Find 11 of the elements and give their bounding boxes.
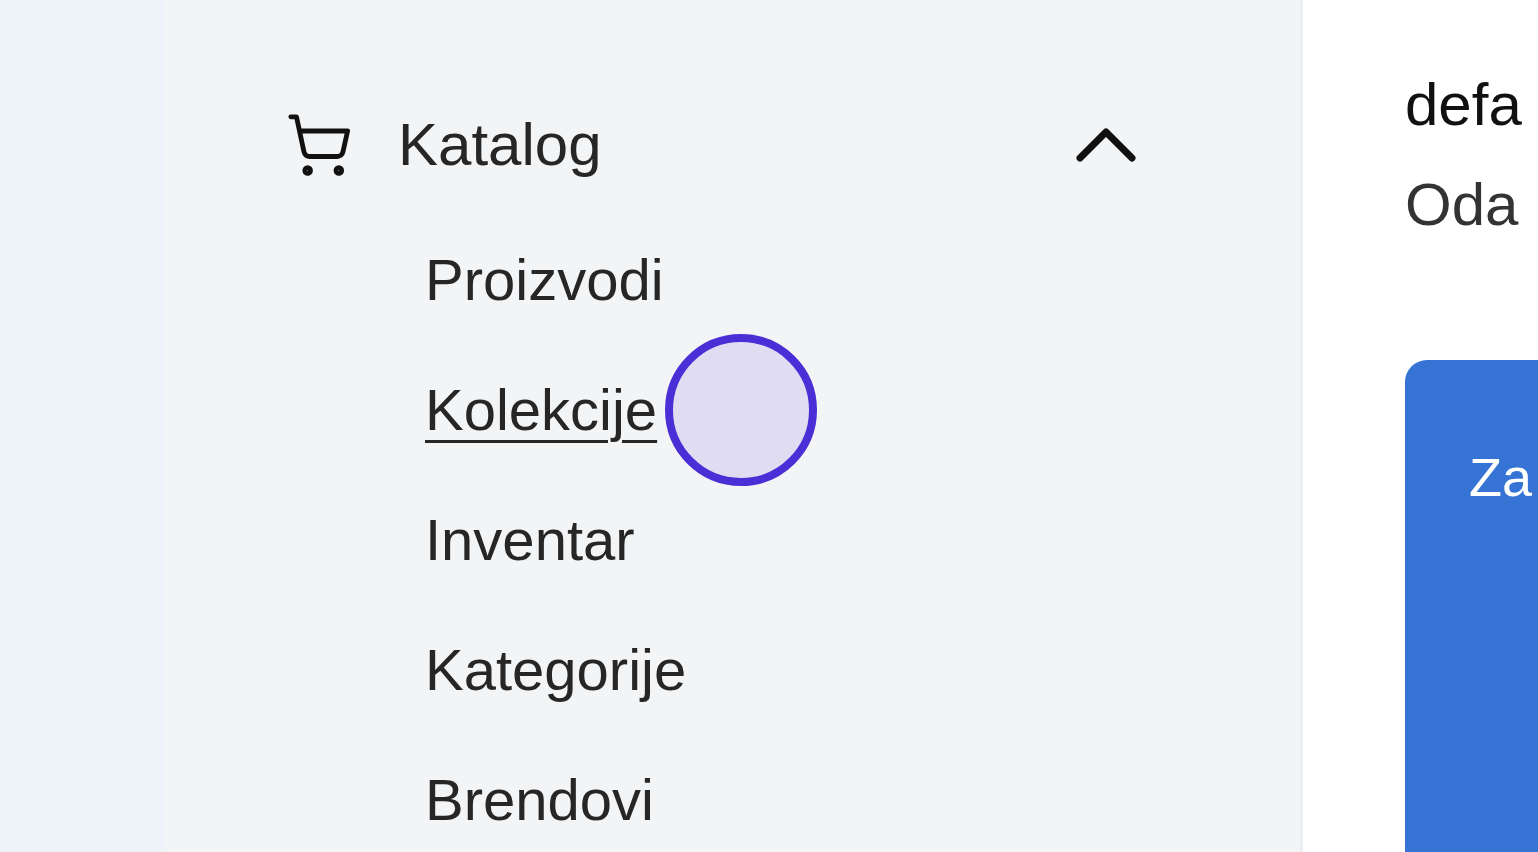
submenu-link[interactable]: Brendovi bbox=[425, 765, 654, 835]
page-subtitle: Oda bbox=[1405, 170, 1520, 240]
card-title: Za bbox=[1469, 447, 1533, 507]
chevron-up-icon bbox=[1075, 127, 1137, 163]
nav-item[interactable]: Katalog bbox=[285, 100, 1137, 190]
cart-icon bbox=[285, 111, 353, 179]
submenu-link[interactable]: Kategorije bbox=[425, 635, 687, 705]
submenu-link[interactable]: Kolekcije bbox=[425, 375, 658, 445]
submenu-link[interactable]: Proizvodi bbox=[425, 245, 664, 315]
submenu-link[interactable]: Inventar bbox=[425, 505, 635, 575]
page-title: defa bbox=[1405, 70, 1523, 140]
